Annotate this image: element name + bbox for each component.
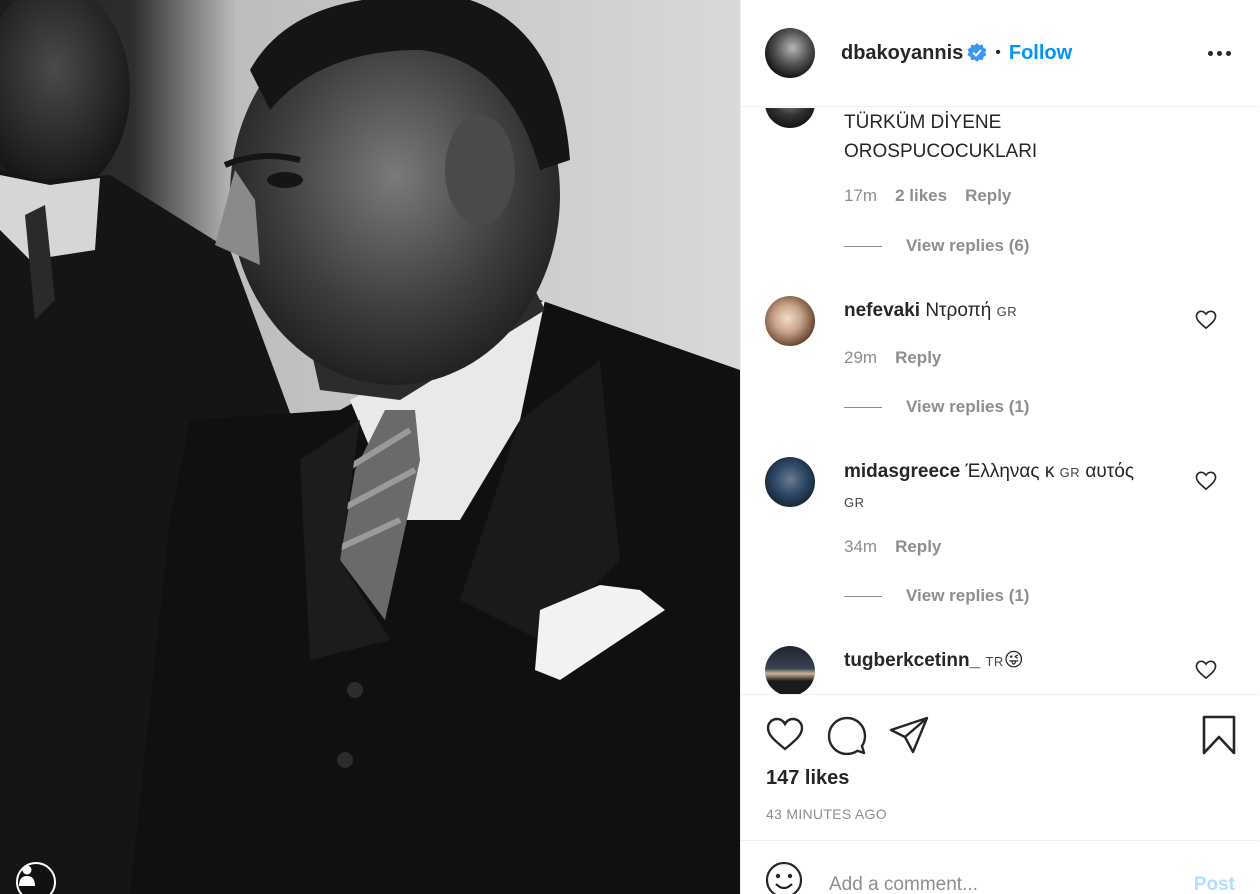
comment-text-line-2: OROSPUCOCUKLARI bbox=[844, 141, 1038, 162]
replies-divider bbox=[844, 406, 882, 408]
view-replies-button[interactable]: View replies (6) bbox=[844, 236, 1029, 256]
comment-meta: 34m Reply bbox=[844, 537, 941, 557]
flag-gr-emoji: GR bbox=[844, 495, 865, 510]
commenter-username[interactable]: tugberkcetinn_ bbox=[844, 650, 980, 671]
post-photo[interactable] bbox=[0, 0, 740, 894]
commenter-avatar[interactable] bbox=[765, 646, 815, 694]
view-replies-label: View replies (1) bbox=[906, 397, 1030, 416]
comment-text-continued: αυτός bbox=[1085, 461, 1135, 482]
commenter-avatar[interactable] bbox=[765, 108, 815, 128]
comment-text: Έλληνας κ bbox=[965, 461, 1055, 482]
comments-list[interactable]: TÜRKÜM DİYENE OROSPUCOCUKLARI 17m 2 like… bbox=[741, 108, 1259, 694]
winking-tongue-emoji: 😜 bbox=[1003, 650, 1024, 671]
save-bookmark-icon[interactable] bbox=[1199, 715, 1239, 755]
comment-meta: 29m Reply bbox=[844, 348, 941, 368]
comment-time: 34m bbox=[844, 537, 878, 556]
flag-tr-emoji: TR bbox=[985, 654, 1004, 669]
verified-badge-icon bbox=[967, 43, 987, 63]
commenter-avatar[interactable] bbox=[765, 457, 815, 507]
share-paper-plane-icon[interactable] bbox=[889, 715, 929, 755]
portrait-illustration bbox=[0, 0, 740, 894]
like-comment-heart-icon[interactable] bbox=[1195, 310, 1217, 330]
comment-body: nefevaki Ντροπή GR bbox=[844, 296, 1184, 326]
comment-text-line-1: TÜRKÜM DİYENE bbox=[844, 112, 1002, 133]
replies-divider bbox=[844, 595, 882, 597]
like-comment-heart-icon[interactable] bbox=[1195, 471, 1217, 491]
comment-text: Ντροπή bbox=[925, 300, 992, 321]
comment-meta: 17m 2 likes Reply bbox=[844, 186, 1011, 206]
author-username[interactable]: dbakoyannis bbox=[841, 42, 963, 65]
comment-bubble-icon[interactable] bbox=[827, 715, 867, 755]
emoji-smiley-icon[interactable] bbox=[765, 861, 803, 894]
replies-divider bbox=[844, 245, 882, 247]
add-comment-bar: Post bbox=[741, 840, 1259, 894]
view-replies-label: View replies (1) bbox=[906, 586, 1030, 605]
comment-body: TÜRKÜM DİYENE OROSPUCOCUKLARI bbox=[844, 108, 1184, 166]
comment-body: midasgreece Έλληνας κ GR αυτός GR bbox=[844, 457, 1184, 517]
comment-time: 29m bbox=[844, 348, 878, 367]
reply-button[interactable]: Reply bbox=[965, 186, 1011, 206]
reply-button[interactable]: Reply bbox=[895, 537, 941, 557]
commenter-avatar[interactable] bbox=[765, 296, 815, 346]
post-timestamp[interactable]: 43 MINUTES AGO bbox=[766, 806, 887, 822]
header-separator: • bbox=[995, 44, 1001, 61]
reply-button[interactable]: Reply bbox=[895, 348, 941, 368]
commenter-username[interactable]: nefevaki bbox=[844, 300, 920, 321]
comment-body: tugberkcetinn_ TR😜 bbox=[844, 646, 1184, 676]
flag-gr-emoji: GR bbox=[1059, 465, 1081, 480]
post-actions: 147 likes 43 MINUTES AGO bbox=[741, 694, 1259, 840]
tagged-users-icon[interactable] bbox=[16, 862, 56, 894]
author-avatar[interactable] bbox=[765, 28, 815, 78]
like-comment-heart-icon[interactable] bbox=[1195, 660, 1217, 680]
comment-input[interactable] bbox=[829, 873, 1169, 894]
flag-gr-emoji: GR bbox=[996, 304, 1018, 319]
more-options-icon[interactable] bbox=[1204, 47, 1235, 60]
post-side-panel: dbakoyannis • Follow TÜRKÜM DİYENE OROSP… bbox=[740, 0, 1260, 894]
comment-time: 17m bbox=[844, 186, 878, 205]
comment-likes-count[interactable]: 2 likes bbox=[895, 186, 947, 206]
view-replies-label: View replies (6) bbox=[906, 236, 1030, 255]
view-replies-button[interactable]: View replies (1) bbox=[844, 586, 1029, 606]
follow-button[interactable]: Follow bbox=[1009, 42, 1072, 65]
post-header: dbakoyannis • Follow bbox=[741, 0, 1259, 107]
likes-count[interactable]: 147 likes bbox=[766, 767, 849, 790]
post-comment-button[interactable]: Post bbox=[1194, 874, 1235, 894]
commenter-username[interactable]: midasgreece bbox=[844, 461, 960, 482]
view-replies-button[interactable]: View replies (1) bbox=[844, 397, 1029, 417]
like-heart-icon[interactable] bbox=[765, 715, 805, 755]
